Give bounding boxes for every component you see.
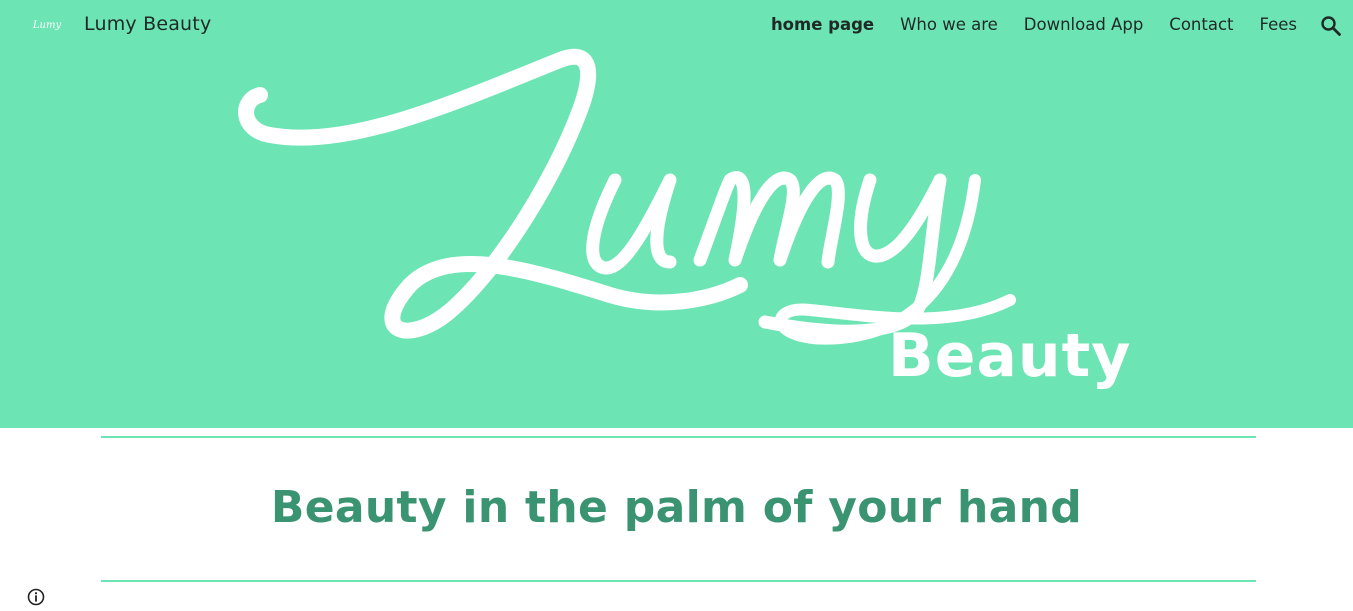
site-title[interactable]: Lumy Beauty bbox=[84, 13, 211, 35]
section-divider-bottom bbox=[101, 580, 1256, 582]
nav-item-fees[interactable]: Fees bbox=[1260, 15, 1298, 34]
search-icon[interactable] bbox=[1319, 14, 1343, 38]
page: Lumy Lumy Beauty home page Who we are Do… bbox=[0, 0, 1353, 611]
nav-item-contact[interactable]: Contact bbox=[1169, 15, 1233, 34]
logo-beauty-text: Beauty bbox=[888, 321, 1132, 391]
section-divider-top bbox=[101, 436, 1256, 438]
page-tagline: Beauty in the palm of your hand bbox=[270, 482, 1083, 533]
info-icon[interactable] bbox=[27, 588, 45, 606]
site-logo[interactable]: Lumy bbox=[31, 16, 63, 36]
hero-banner: Lumy Lumy Beauty home page Who we are Do… bbox=[0, 0, 1353, 428]
